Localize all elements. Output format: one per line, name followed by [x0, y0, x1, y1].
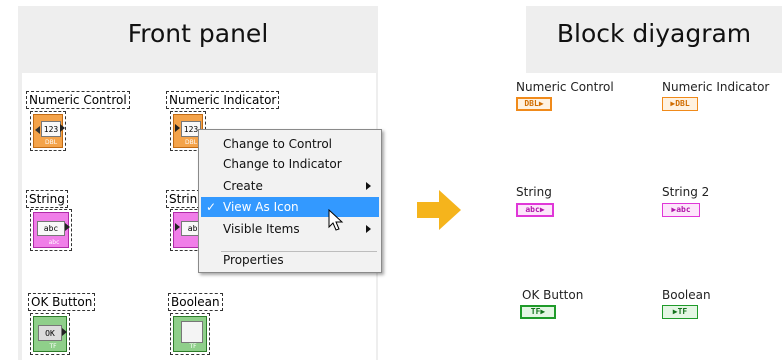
menu-item-properties[interactable]: Properties [201, 250, 379, 270]
menu-item-create-label: Create [223, 179, 263, 193]
block-diagram: Block diyagram Numeric Control DBL ▶ Nume… [516, 6, 782, 346]
ok-button-label: OK Button [28, 293, 96, 311]
ok-button-face[interactable]: OK [38, 325, 62, 341]
numeric-control[interactable]: 123 DBL [30, 111, 66, 151]
submenu-arrow-icon [366, 225, 371, 233]
numeric-control-value[interactable]: 123 [41, 121, 61, 137]
bd-string2-type: abc [676, 205, 691, 214]
mouse-cursor-icon [328, 209, 344, 231]
boolean-led [181, 321, 203, 343]
bd-numeric-indicator-terminal[interactable]: ▶ DBL [662, 97, 698, 111]
bd-boolean-terminal[interactable]: ▶ TF [662, 305, 698, 319]
bd-ok-button-label: OK Button [522, 288, 584, 302]
bd-boolean-label: Boolean [662, 288, 711, 302]
bd-string2-terminal[interactable]: ▶ abc [662, 203, 700, 217]
numeric-control-type: DBL [44, 139, 58, 146]
front-panel-title: Front panel [127, 19, 269, 48]
menu-item-view-as-icon-label: View As Icon [223, 200, 299, 214]
boolean-type: TF [189, 343, 197, 350]
bd-numeric-control-type: DBL [524, 99, 539, 108]
bd-string2-label: String 2 [662, 185, 710, 199]
bd-numeric-control-terminal[interactable]: DBL ▶ [516, 97, 552, 111]
bd-numeric-control-label: Numeric Control [516, 80, 614, 94]
block-diagram-title: Block diyagram [556, 19, 752, 48]
bd-string-terminal[interactable]: abc ▶ [516, 203, 554, 217]
arrow-right-icon [417, 190, 461, 230]
numeric-indicator-label: Numeric Indicator [166, 91, 280, 109]
menu-item-view-as-icon[interactable]: ✓ View As Icon [201, 197, 379, 217]
bd-numeric-indicator-label: Numeric Indicator [662, 80, 770, 94]
check-icon: ✓ [206, 200, 217, 214]
submenu-arrow-icon [366, 182, 371, 190]
menu-item-create[interactable]: Create [201, 176, 379, 196]
bd-boolean-type: TF [677, 307, 688, 316]
block-diagram-canvas: Numeric Control DBL ▶ Numeric Indicator ▶… [516, 73, 782, 346]
string-type: abc [48, 239, 60, 246]
string-control[interactable]: abc abc [30, 209, 72, 251]
menu-item-visible-items-label: Visible Items [223, 222, 300, 236]
ok-button-type: TF [49, 343, 57, 350]
bd-numeric-indicator-type: DBL [675, 99, 690, 108]
context-menu: Change to Control Change to Indicator Cr… [198, 129, 382, 273]
boolean-indicator[interactable]: TF [170, 313, 210, 355]
boolean-label: Boolean [168, 293, 223, 311]
bd-ok-button-terminal[interactable]: TF ▶ [520, 305, 556, 319]
ok-button[interactable]: OK TF [30, 313, 70, 355]
bd-string-label: String [516, 185, 552, 199]
menu-item-visible-items[interactable]: Visible Items [201, 219, 379, 239]
bd-string-type: abc [525, 205, 540, 214]
string-label: String [26, 190, 68, 208]
bd-ok-button-type: TF [530, 307, 541, 316]
string2-label: Strin [166, 190, 201, 208]
menu-item-change-to-indicator[interactable]: Change to Indicator [201, 154, 379, 174]
numeric-control-label: Numeric Control [26, 91, 130, 109]
string-value[interactable]: abc [37, 221, 65, 236]
menu-item-change-to-control[interactable]: Change to Control [201, 134, 379, 154]
